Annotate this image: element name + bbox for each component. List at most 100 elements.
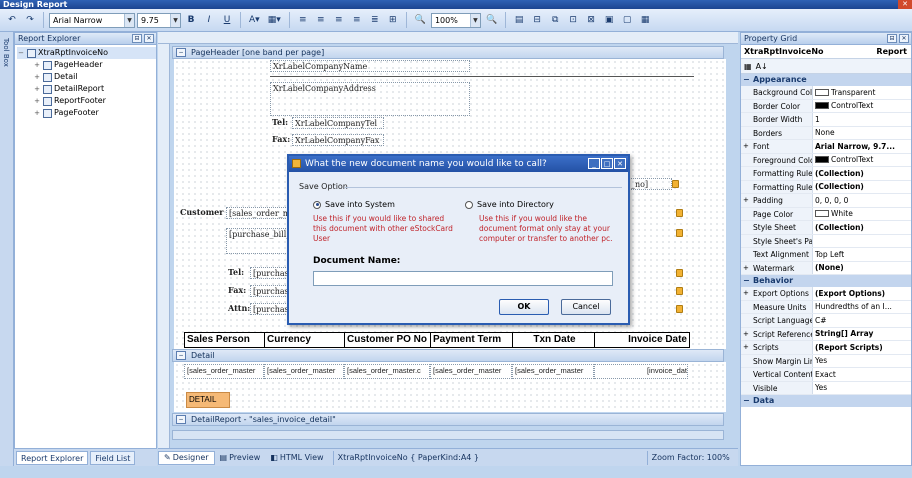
property-row[interactable]: Border Color ControlText — [741, 99, 911, 113]
font-size-combo[interactable]: 9.75 ▼ — [137, 12, 181, 28]
detail-cell[interactable]: [sales_order_master — [264, 364, 344, 379]
smart-tag-icon[interactable] — [676, 229, 683, 237]
tel2-value-label[interactable]: [purchase_ — [250, 267, 292, 279]
property-value[interactable]: Top Left — [813, 248, 911, 261]
chevron-down-icon[interactable]: ▼ — [124, 13, 134, 27]
tree-item-detail[interactable]: + Detail — [17, 71, 156, 83]
smart-tag-icon[interactable] — [676, 287, 683, 295]
customer-caption[interactable]: Customer: — [178, 207, 224, 219]
categorized-icon[interactable]: ▦ — [744, 62, 752, 71]
header-cell[interactable]: Currency — [265, 333, 345, 347]
page-header-band[interactable]: − PageHeader [one band per page] — [172, 46, 724, 59]
detail-cell[interactable]: [sales_order_master — [430, 364, 512, 379]
fax2-caption[interactable]: Fax: — [226, 285, 250, 297]
property-value[interactable]: (Report Scripts) — [813, 341, 911, 354]
tab-preview[interactable]: ▤ Preview — [215, 451, 266, 465]
bill-value-label[interactable]: [purchase_bill_ma — [226, 228, 292, 254]
spacing-icon[interactable]: ⊡ — [565, 12, 581, 28]
align-left-icon[interactable]: ≡ — [295, 12, 311, 28]
detail-cell[interactable]: [sales_order_master — [512, 364, 594, 379]
right-field-label[interactable]: _no] — [628, 178, 672, 190]
attn-value-label[interactable]: [purchase_ — [250, 303, 292, 315]
property-value[interactable]: ControlText — [813, 154, 911, 167]
tree-item-detailreport[interactable]: + DetailReport — [17, 83, 156, 95]
close-icon[interactable]: ✕ — [614, 158, 626, 169]
justify-all-icon[interactable]: ≣ — [367, 12, 383, 28]
redo-icon[interactable]: ↷ — [22, 12, 38, 28]
smart-tag-icon[interactable] — [672, 180, 679, 188]
smart-tag-icon[interactable] — [676, 305, 683, 313]
back-color-icon[interactable]: ▦▾ — [265, 12, 284, 28]
tab-designer[interactable]: ✎ Designer — [158, 450, 215, 465]
property-row[interactable]: FontArial Narrow, 9.7... — [741, 140, 911, 154]
selected-object[interactable]: XtraRptInvoiceNo Report — [741, 45, 911, 59]
property-row[interactable]: Background Color Transparent — [741, 86, 911, 100]
header-cell[interactable]: Txn Date — [513, 333, 595, 347]
property-row[interactable]: Export Options(Export Options) — [741, 287, 911, 301]
expand-icon[interactable]: + — [33, 59, 41, 71]
align-center-icon[interactable]: ≡ — [313, 12, 329, 28]
property-row[interactable]: Script Language C# — [741, 314, 911, 328]
minimize-icon[interactable]: _ — [588, 158, 600, 169]
property-value[interactable]: ControlText — [813, 100, 911, 113]
toolbox-strip[interactable]: Tool Box — [0, 32, 14, 466]
center-icon[interactable]: ⊠ — [583, 12, 599, 28]
align-grid-icon[interactable]: ⊞ — [385, 12, 401, 28]
property-category[interactable]: Behavior — [741, 275, 911, 287]
property-value[interactable]: Yes — [813, 355, 911, 368]
cancel-button[interactable]: Cancel — [561, 299, 611, 315]
company-name-label[interactable]: XrLabelCompanyName — [270, 60, 470, 72]
collapse-icon[interactable]: − — [17, 47, 25, 59]
tab-html-view[interactable]: ◧ HTML View — [265, 451, 328, 465]
tel2-caption[interactable]: Tel: — [226, 267, 250, 279]
expand-icon[interactable]: + — [33, 95, 41, 107]
property-row[interactable]: Borders None — [741, 126, 911, 140]
expand-icon[interactable]: + — [33, 71, 41, 83]
detail-cell[interactable]: [sales_order_master.c — [344, 364, 430, 379]
radio-save-directory[interactable]: Save into Directory — [465, 200, 554, 209]
company-address-label[interactable]: XrLabelCompanyAddress — [270, 82, 470, 116]
detail-cell[interactable]: [sales_order_master — [184, 364, 264, 379]
font-name-combo[interactable]: Arial Narrow ▼ — [49, 12, 135, 28]
tree-item-reportfooter[interactable]: + ReportFooter — [17, 95, 156, 107]
property-category[interactable]: Data — [741, 395, 911, 407]
tab-field-list[interactable]: Field List — [90, 450, 136, 465]
property-row[interactable]: Foreground Color ControlText — [741, 153, 911, 167]
property-row[interactable]: Style Sheet (Collection) — [741, 221, 911, 235]
document-name-input[interactable] — [313, 271, 613, 286]
property-value[interactable]: White — [813, 208, 911, 221]
size-icon[interactable]: ⊟ — [529, 12, 545, 28]
layout-icon[interactable]: ▤ — [511, 12, 527, 28]
property-value[interactable]: 0, 0, 0, 0 — [813, 194, 911, 207]
property-row[interactable]: Visible Yes — [741, 381, 911, 395]
tab-report-explorer[interactable]: Report Explorer — [16, 450, 89, 465]
tree-item-pagefooter[interactable]: + PageFooter — [17, 107, 156, 119]
property-row[interactable]: Measure Units Hundredths of an I... — [741, 300, 911, 314]
property-row[interactable]: Style Sheet's Pat — [741, 234, 911, 248]
smart-tag-icon[interactable] — [676, 209, 683, 217]
order-icon[interactable]: ⧉ — [547, 12, 563, 28]
radio-save-system[interactable]: Save into System — [313, 200, 395, 209]
radio-selected-icon[interactable] — [313, 200, 321, 209]
expand-icon[interactable]: + — [33, 83, 41, 95]
property-row[interactable]: Script ReferencesString[] Array — [741, 327, 911, 341]
zoom-in-icon[interactable]: 🔍 — [483, 12, 500, 28]
horizontal-scrollbar[interactable] — [172, 430, 724, 440]
ok-button[interactable]: OK — [499, 299, 549, 315]
property-row[interactable]: Page Color White — [741, 207, 911, 221]
collapse-icon[interactable]: − — [176, 415, 186, 424]
tree-item-root[interactable]: − XtraRptInvoiceNo — [17, 47, 156, 59]
header-cell[interactable]: Customer PO No — [345, 333, 431, 347]
property-row[interactable]: Formatting Rule S(Collection) — [741, 167, 911, 181]
header-cell[interactable]: Sales Person — [185, 333, 265, 347]
property-row[interactable]: Formatting Rules (Collection) — [741, 180, 911, 194]
underline-button[interactable]: U — [219, 12, 235, 28]
justify-icon[interactable]: ≡ — [349, 12, 365, 28]
property-row[interactable]: Watermark(None) — [741, 261, 911, 275]
property-value[interactable]: None — [813, 127, 911, 140]
property-value[interactable]: (Collection) — [813, 221, 911, 234]
zoom-out-icon[interactable]: 🔍 — [412, 12, 429, 28]
property-value[interactable]: (None) — [813, 262, 911, 275]
header-cell[interactable]: Payment Term — [431, 333, 513, 347]
property-row[interactable]: Scripts(Report Scripts) — [741, 341, 911, 355]
